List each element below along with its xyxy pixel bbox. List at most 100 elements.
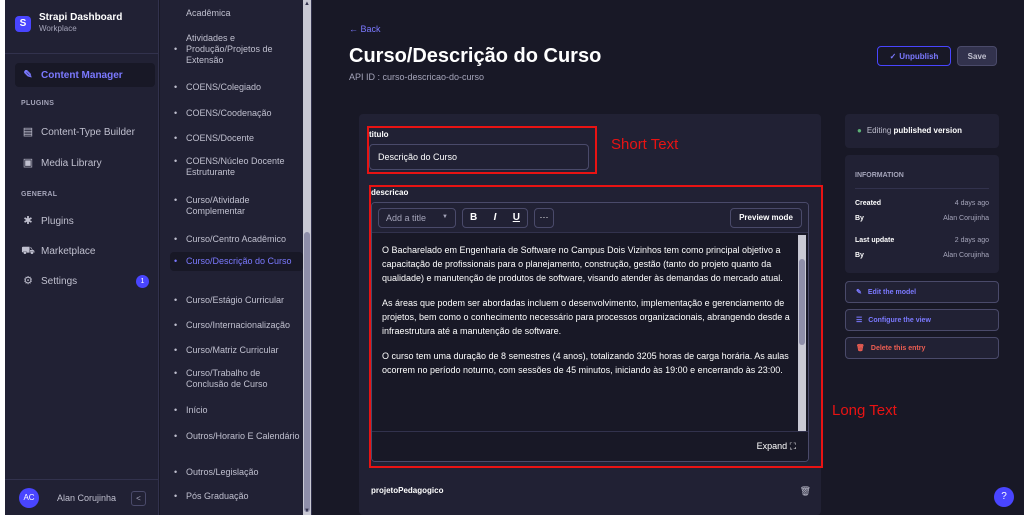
subnav-item[interactable]: • Curso/Trabalho de Conclusão de Curso bbox=[170, 368, 303, 390]
projeto-pedagogico-label: projetoPedagogico bbox=[371, 486, 444, 495]
settings-badge: 1 bbox=[136, 275, 149, 288]
subnav-item-active[interactable]: • Curso/Descrição do Curso bbox=[170, 252, 303, 271]
subnav-item[interactable]: • Outros/Horario E Calendário bbox=[170, 431, 303, 442]
brand-title: Strapi Dashboard bbox=[39, 12, 123, 23]
bullet-icon: • bbox=[174, 405, 178, 415]
subnav-item[interactable]: • Curso/Internacionalização bbox=[170, 320, 303, 331]
nav-media-library-label: Media Library bbox=[41, 157, 102, 169]
subnav-item[interactable]: • Curso/Atividade Complementar bbox=[170, 195, 303, 217]
subnav-item[interactable]: • COENS/Coodenação bbox=[170, 108, 303, 119]
short-text-annotation-box bbox=[367, 126, 597, 174]
subnav-item[interactable]: Atividades e bbox=[170, 33, 303, 44]
created-by-label: By bbox=[855, 215, 864, 222]
save-button[interactable]: Save bbox=[957, 46, 997, 66]
updated-by-value: Alan Corujinha bbox=[943, 252, 989, 259]
long-text-annotation: Long Text bbox=[832, 402, 897, 419]
bullet-icon: • bbox=[174, 467, 178, 477]
nav-media-library[interactable]: ▣ Media Library bbox=[15, 151, 155, 175]
bullet-icon: • bbox=[174, 295, 178, 305]
nav-settings-label: Settings bbox=[41, 275, 78, 287]
nav-content-type-builder[interactable]: ▤ Content-Type Builder bbox=[15, 120, 155, 144]
nav-content-manager-label: Content Manager bbox=[41, 69, 123, 81]
page-title: Curso/Descrição do Curso bbox=[349, 45, 602, 67]
subnav-item[interactable]: • Curso/Matriz Curricular bbox=[170, 345, 303, 356]
bullet-icon: • bbox=[174, 256, 178, 266]
main-nav: S Strapi Dashboard Workplace ✎ Content M… bbox=[5, 0, 159, 515]
status-bold: published version bbox=[893, 126, 962, 135]
nav-section-plugins: PLUGINS bbox=[21, 100, 55, 107]
bullet-icon: • bbox=[174, 368, 178, 378]
brand: S Strapi Dashboard Workplace bbox=[5, 0, 159, 54]
collapse-nav-button[interactable]: < bbox=[131, 491, 146, 506]
configure-view-label: Configure the view bbox=[868, 316, 931, 324]
help-button[interactable]: ? bbox=[994, 487, 1014, 507]
subnav-item[interactable]: • Pós Graduação bbox=[170, 491, 303, 502]
subnav-item[interactable]: Acadêmica bbox=[170, 8, 303, 19]
back-link[interactable]: ← Back bbox=[349, 24, 381, 34]
app-window: S Strapi Dashboard Workplace ✎ Content M… bbox=[5, 0, 1024, 515]
scroll-up-icon[interactable]: ▲ bbox=[303, 0, 311, 8]
created-by-value: Alan Corujinha bbox=[943, 215, 989, 222]
subnav-item[interactable]: • Outros/Legislação bbox=[170, 467, 303, 478]
subnav-item[interactable]: • Curso/Estágio Curricular bbox=[170, 295, 303, 306]
subnav-item[interactable]: • COENS/Núcleo Docente Estruturante bbox=[170, 156, 303, 178]
bullet-icon: • bbox=[174, 156, 178, 166]
bullet-icon: • bbox=[174, 44, 178, 54]
avatar[interactable]: AC bbox=[19, 488, 39, 508]
unpublish-button[interactable]: ✓ Unpublish bbox=[877, 46, 951, 66]
strapi-logo-icon: S bbox=[15, 16, 31, 32]
pencil-icon: ✎ bbox=[856, 289, 862, 296]
nav-marketplace[interactable]: ⛟ Marketplace bbox=[15, 239, 155, 263]
configure-view-button[interactable]: ☰ Configure the view bbox=[845, 309, 999, 331]
bullet-icon: • bbox=[174, 345, 178, 355]
divider bbox=[855, 188, 989, 189]
short-text-annotation: Short Text bbox=[611, 136, 679, 153]
trash-icon[interactable]: 🗑 bbox=[800, 486, 811, 497]
updated-label: Last update bbox=[855, 237, 895, 244]
subnav-scroll-thumb[interactable] bbox=[304, 232, 310, 512]
check-icon: ✓ bbox=[889, 51, 897, 61]
list-icon: ☰ bbox=[856, 317, 863, 324]
scroll-down-icon[interactable]: ▼ bbox=[303, 507, 311, 515]
trash-icon: 🗑 bbox=[856, 345, 865, 352]
nav-content-manager[interactable]: ✎ Content Manager bbox=[15, 63, 155, 87]
nav-section-general: GENERAL bbox=[21, 191, 58, 198]
main-content: ← Back Curso/Descrição do Curso API ID :… bbox=[313, 0, 1024, 515]
subnav-item[interactable]: • Curso/Centro Acadêmico bbox=[170, 234, 303, 245]
content-subnav: Acadêmica Atividades e • Produção/Projeto… bbox=[160, 0, 312, 515]
delete-entry-button[interactable]: 🗑 Delete this entry bbox=[845, 337, 999, 359]
gear-icon: ⚙ bbox=[23, 275, 33, 287]
nav-ctb-label: Content-Type Builder bbox=[41, 126, 135, 138]
nav-settings[interactable]: ⚙ Settings 1 bbox=[15, 269, 155, 293]
bullet-icon: • bbox=[174, 108, 178, 118]
updated-by-label: By bbox=[855, 252, 864, 259]
brand-subtitle: Workplace bbox=[39, 24, 77, 33]
bullet-icon: • bbox=[174, 195, 178, 205]
arrow-left-icon: ← bbox=[349, 24, 358, 34]
long-text-annotation-box bbox=[369, 185, 823, 468]
user-name: Alan Corujinha bbox=[57, 493, 117, 503]
nav-footer: AC Alan Corujinha < bbox=[5, 479, 159, 515]
subnav-item[interactable]: • Início bbox=[170, 405, 303, 416]
edit-model-label: Edit the model bbox=[867, 288, 917, 296]
subnav-item[interactable]: • Produção/Projetos de Extensão bbox=[170, 44, 303, 66]
information-panel: INFORMATION Created 4 days ago By Alan C… bbox=[845, 155, 999, 273]
edit-model-button[interactable]: ✎ Edit the model bbox=[845, 281, 999, 303]
bullet-icon: • bbox=[174, 431, 178, 441]
subnav-item[interactable]: • COENS/Colegiado bbox=[170, 82, 303, 93]
information-title: INFORMATION bbox=[855, 172, 904, 179]
nav-plugins-label: Plugins bbox=[41, 215, 74, 227]
editing-status: ● Editing published version bbox=[845, 114, 999, 148]
subnav-item[interactable]: • COENS/Docente bbox=[170, 133, 303, 144]
delete-entry-label: Delete this entry bbox=[870, 344, 926, 352]
image-icon: ▣ bbox=[22, 157, 34, 169]
nav-marketplace-label: Marketplace bbox=[41, 245, 96, 257]
back-label: Back bbox=[360, 24, 381, 34]
created-value: 4 days ago bbox=[954, 200, 989, 207]
nav-plugins[interactable]: ✱ Plugins bbox=[15, 209, 155, 233]
layout-icon: ▤ bbox=[22, 126, 34, 138]
subnav-scrollbar[interactable]: ▲ ▼ bbox=[303, 0, 311, 515]
bullet-icon: • bbox=[174, 320, 178, 330]
bullet-icon: • bbox=[174, 234, 178, 244]
status-prefix: Editing bbox=[866, 126, 894, 135]
